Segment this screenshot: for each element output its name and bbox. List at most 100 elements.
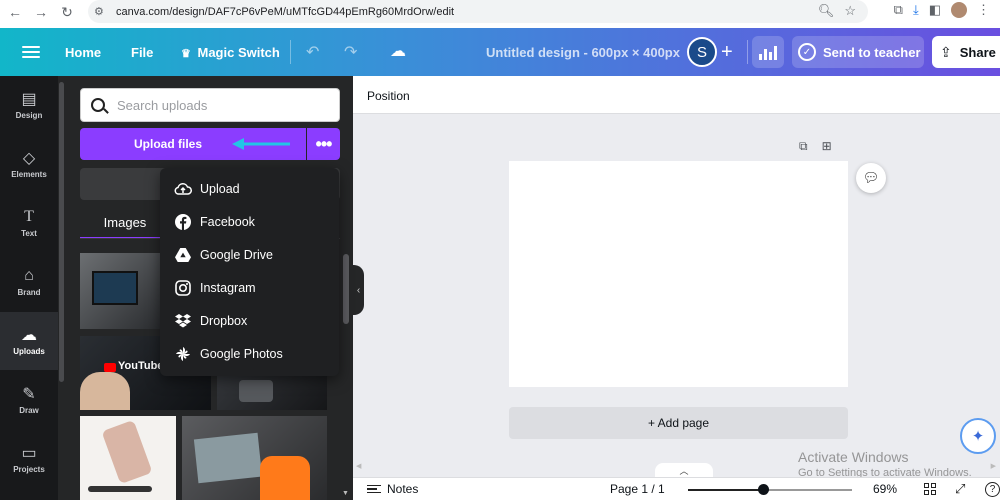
- menu-item-upload[interactable]: Upload: [160, 173, 339, 205]
- send-to-teacher-label: Send to teacher: [823, 44, 921, 60]
- url-text[interactable]: canva.com/design/DAF7cP6vPeM/uMTfcGD44pE…: [116, 6, 454, 18]
- upload-files-label: Upload files: [133, 137, 202, 151]
- redo-icon[interactable]: ↷: [344, 42, 357, 62]
- dropbox-icon: [174, 312, 192, 330]
- side-rail: ▤ Design ◇ Elements T Text ⌂ Brand ☁ Upl…: [0, 76, 58, 500]
- editor-header: Home File ♛ Magic Switch ↶ ↷ ☁ Untitled …: [0, 28, 1000, 76]
- scroll-right-icon[interactable]: ▶: [991, 462, 996, 470]
- home-menu[interactable]: Home: [65, 45, 101, 60]
- footer-bar: [353, 477, 1000, 500]
- check-circle-icon: ✓: [798, 43, 816, 61]
- add-page-icon[interactable]: ⊞: [822, 139, 832, 154]
- instagram-icon: [174, 279, 192, 297]
- forward-icon[interactable]: →: [30, 1, 52, 23]
- upload-cloud-icon: ☁: [21, 327, 37, 344]
- share-button[interactable]: ⇪ Share: [932, 36, 1000, 68]
- zoom-slider-fill: [688, 489, 764, 491]
- scroll-left-icon[interactable]: ◀: [356, 462, 361, 470]
- fullscreen-icon[interactable]: ⤢: [955, 481, 965, 497]
- search-icon: [91, 98, 105, 112]
- profile-avatar[interactable]: [951, 2, 967, 18]
- expand-pages-chevron-icon[interactable]: ︿: [655, 463, 713, 477]
- page-count[interactable]: Page 1 / 1: [610, 482, 665, 496]
- grid-view-icon[interactable]: [924, 483, 936, 495]
- collapse-panel-chevron-icon[interactable]: ‹: [353, 265, 364, 315]
- design-title[interactable]: Untitled design - 600px × 400px: [486, 45, 680, 60]
- menu-item-label: Upload: [200, 182, 240, 196]
- arrow-annotation-icon: [232, 138, 290, 150]
- upload-options-menu: Upload Facebook Google Drive Instagram D…: [160, 168, 339, 376]
- cloud-save-icon[interactable]: ☁: [390, 41, 406, 61]
- address-bar[interactable]: ⚙ canva.com/design/DAF7cP6vPeM/uMTfcGD44…: [88, 0, 868, 23]
- bookmark-star-icon[interactable]: ☆: [844, 3, 856, 19]
- search-box[interactable]: [80, 88, 340, 122]
- menu-item-label: Google Drive: [200, 248, 273, 262]
- menu-hamburger-icon[interactable]: [22, 46, 40, 58]
- scroll-down-arrow-icon[interactable]: ▼: [342, 490, 349, 497]
- folder-icon: ▭: [21, 445, 37, 462]
- help-icon[interactable]: ?: [985, 482, 1000, 497]
- facebook-icon: [174, 213, 192, 231]
- browser-menu-icon[interactable]: ⋮: [977, 2, 990, 18]
- search-uploads-input[interactable]: [117, 97, 317, 113]
- panel-scrollbar[interactable]: [341, 244, 351, 500]
- rail-item-elements[interactable]: ◇ Elements: [0, 135, 58, 193]
- menu-item-facebook[interactable]: Facebook: [160, 206, 339, 238]
- brand-icon: ⌂: [24, 267, 34, 284]
- thumbnail-text: YouTube: [118, 360, 164, 372]
- position-button[interactable]: Position: [367, 89, 410, 103]
- google-photos-icon: [174, 345, 192, 363]
- share-upload-icon: ⇪: [940, 43, 952, 60]
- layout-icon: ▤: [21, 91, 37, 108]
- reload-icon[interactable]: ↻: [56, 1, 78, 23]
- rail-label: Text: [21, 229, 37, 238]
- download-icon[interactable]: ⤓: [913, 2, 919, 18]
- magic-switch-button[interactable]: ♛ Magic Switch: [181, 45, 280, 60]
- rail-item-design[interactable]: ▤ Design: [0, 76, 58, 134]
- text-icon: T: [24, 208, 34, 225]
- site-settings-icon[interactable]: ⚙: [94, 5, 114, 18]
- rail-item-draw[interactable]: ✎ Draw: [0, 371, 58, 429]
- file-menu[interactable]: File: [131, 45, 153, 60]
- menu-item-google-drive[interactable]: Google Drive: [160, 239, 339, 271]
- rail-item-brand[interactable]: ⌂ Brand: [0, 253, 58, 311]
- sidebar-icon[interactable]: ◧: [929, 2, 941, 18]
- menu-item-label: Facebook: [200, 215, 255, 229]
- rail-item-uploads[interactable]: ☁ Uploads: [0, 312, 58, 370]
- zoom-percentage[interactable]: 69%: [873, 482, 897, 496]
- menu-item-google-photos[interactable]: Google Photos: [160, 338, 339, 370]
- extensions-icon[interactable]: ⧉: [894, 2, 903, 18]
- context-toolbar: [353, 76, 1000, 114]
- rail-item-text[interactable]: T Text: [0, 194, 58, 252]
- tab-images[interactable]: Images: [80, 207, 170, 239]
- upload-thumbnail[interactable]: [80, 416, 176, 500]
- add-page-button[interactable]: + Add page: [509, 407, 848, 439]
- upload-thumbnail[interactable]: [80, 253, 160, 329]
- send-to-teacher-button[interactable]: ✓ Send to teacher: [792, 36, 924, 68]
- upload-thumbnail[interactable]: [182, 416, 327, 500]
- back-icon[interactable]: ←: [4, 1, 26, 23]
- undo-icon[interactable]: ↶: [306, 42, 319, 62]
- design-canvas[interactable]: [509, 161, 848, 387]
- duplicate-page-icon[interactable]: ⧉: [799, 139, 808, 154]
- rail-label: Projects: [13, 465, 45, 474]
- rail-item-projects[interactable]: ▭ Projects: [0, 430, 58, 488]
- rail-label: Elements: [11, 170, 47, 179]
- rail-scrollbar[interactable]: [58, 82, 66, 382]
- insights-chart-icon[interactable]: [752, 36, 784, 68]
- more-options-icon[interactable]: •••: [307, 128, 340, 160]
- page-tools: ⧉ ⊞: [799, 139, 832, 154]
- invite-plus-icon[interactable]: +: [721, 41, 733, 64]
- browser-toolbar: ← → ↻ ⚙ canva.com/design/DAF7cP6vPeM/uMT…: [0, 0, 1000, 24]
- menu-item-dropbox[interactable]: Dropbox: [160, 305, 339, 337]
- rail-label: Brand: [17, 288, 41, 297]
- pen-icon: ✎: [22, 386, 36, 403]
- notes-button[interactable]: Notes: [367, 482, 418, 496]
- header-divider: [747, 40, 748, 64]
- menu-item-instagram[interactable]: Instagram: [160, 272, 339, 304]
- magic-switch-label: Magic Switch: [197, 45, 280, 60]
- rail-label: Design: [15, 111, 43, 120]
- zoom-magnifier-icon[interactable]: 🔍︎: [818, 3, 835, 19]
- user-avatar[interactable]: S: [687, 37, 717, 67]
- add-comment-icon[interactable]: 💬︎: [856, 163, 886, 193]
